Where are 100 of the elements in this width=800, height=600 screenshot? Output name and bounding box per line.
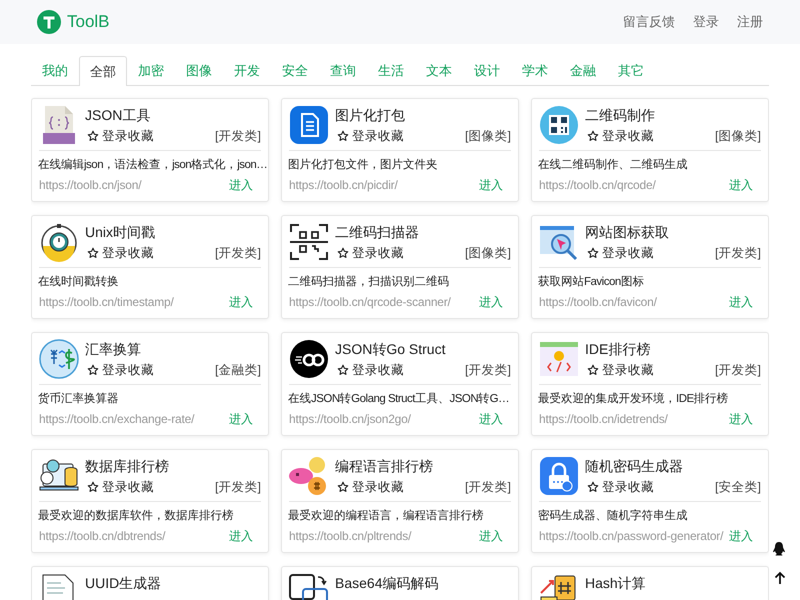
tool-card[interactable]: Base64编码解码: [281, 566, 519, 600]
tool-title: Base64编码解码: [335, 574, 440, 593]
tool-description: 获取网站Favicon图标: [538, 274, 644, 290]
tool-card[interactable]: 网站图标获取 登录收藏 [开发类] 获取网站Favicon图标 https://toolb.cn/favicon/ 进入: [531, 215, 769, 319]
tool-card[interactable]: Hash计算: [531, 566, 769, 600]
category-label: [图像类]: [465, 245, 511, 262]
favorite-link[interactable]: 登录收藏: [337, 477, 404, 497]
tool-card[interactable]: 汇率换算 登录收藏 [金融类] 货币汇率换算器 https://toolb.cn/exchange-rate/ 进入: [31, 332, 269, 436]
favorite-link[interactable]: 登录收藏: [87, 126, 154, 146]
tool-title: 图片化打包: [335, 106, 406, 125]
tool-card[interactable]: IDE排行榜 登录收藏 [开发类] 最受欢迎的集成开发环境，IDE排行榜 https://toolb.cn/idetrends/ 进入: [531, 332, 769, 436]
tool-description: 图片化打包文件，图片文件夹: [288, 158, 438, 173]
favorite-link[interactable]: 登录收藏: [87, 477, 154, 497]
category-label: [开发类]: [465, 479, 511, 496]
category-label: [图像类]: [715, 128, 761, 145]
tool-url: https://toolb.cn/picdir/: [289, 177, 398, 194]
tool-title: 编程语言排行榜: [335, 457, 434, 476]
document-icon: [289, 105, 329, 145]
tool-title: 网站图标获取: [585, 223, 670, 242]
star-icon[interactable]: [87, 364, 99, 376]
tool-title: 二维码制作: [585, 106, 656, 125]
favorite-link[interactable]: 登录收藏: [337, 126, 404, 146]
tool-title: JSON工具: [85, 106, 152, 125]
star-icon[interactable]: [337, 247, 349, 259]
star-icon[interactable]: [337, 364, 349, 376]
star-icon[interactable]: [587, 130, 599, 142]
tool-card[interactable]: 图片化打包 登录收藏 [图像类] 图片化打包文件，图片文件夹 https://toolb.cn/picdir/ 进入: [281, 98, 519, 202]
favorite-link[interactable]: 登录收藏: [337, 243, 404, 263]
tool-url: https://toolb.cn/json2go/: [289, 411, 411, 428]
header-link[interactable]: 登录: [693, 13, 719, 31]
category-label: [开发类]: [215, 245, 261, 262]
tool-title: 数据库排行榜: [85, 457, 170, 476]
header-link[interactable]: 留言反馈: [623, 13, 675, 31]
category-label: [开发类]: [715, 245, 761, 262]
star-icon[interactable]: [87, 247, 99, 259]
currency-exchange-icon: [39, 339, 79, 379]
favorite-link[interactable]: 登录收藏: [587, 243, 654, 263]
tool-card[interactable]: UUID生成器: [31, 566, 269, 600]
tool-title: 二维码扫描器: [335, 223, 420, 242]
tool-url: https://toolb.cn/pltrends/: [289, 528, 412, 545]
favorite-link[interactable]: 登录收藏: [87, 360, 154, 380]
tool-description: 最受欢迎的编程语言，编程语言排行榜: [288, 508, 484, 524]
category-label: [安全类]: [715, 479, 761, 496]
header-link[interactable]: 注册: [737, 13, 763, 31]
category-label: [开发类]: [215, 479, 261, 496]
category-label: [开发类]: [465, 362, 511, 379]
tool-card[interactable]: 数据库排行榜 登录收藏 [开发类] 最受欢迎的数据库软件，数据库排行榜 https://toolb.cn/dbtrends/ 进入: [31, 449, 269, 553]
padlock-icon: [539, 456, 579, 496]
language-badges-icon: [289, 456, 329, 496]
tool-url: https://toolb.cn/favicon/: [539, 294, 657, 311]
category-label: [开发类]: [215, 128, 261, 145]
favorite-link[interactable]: 登录收藏: [337, 360, 404, 380]
category-label: [金融类]: [215, 362, 261, 379]
star-icon[interactable]: [337, 130, 349, 142]
tool-description: 在线时间戳转换: [38, 274, 118, 290]
tool-card[interactable]: 二维码扫描器 登录收藏 [图像类] 二维码扫描器，扫描识别二维码 https://toolb.cn/qrcode-scanner/ 进入: [281, 215, 519, 319]
tool-card[interactable]: 二维码制作 登录收藏 [图像类] 在线二维码制作、二维码生成 https://toolb.cn/qrcode/ 进入: [531, 98, 769, 202]
tool-card[interactable]: JSON转Go Struct 登录收藏 [开发类] 在线JSON转Golang Struct工具、JSON转G… https://toolb.cn/json2go/ 进入: [281, 332, 519, 436]
star-icon[interactable]: [337, 481, 349, 493]
tool-description: 密码生成器、随机字符串生成: [538, 508, 688, 524]
tool-description: 最受欢迎的数据库软件，数据库排行榜: [38, 508, 234, 524]
tool-card[interactable]: JSON工具 登录收藏 [开发类] 在线编辑json，语法检查，json格式化，json… https://toolb.cn/json/ 进入: [31, 98, 269, 202]
back-to-top-icon[interactable]: [774, 571, 786, 585]
favorite-link[interactable]: 登录收藏: [587, 360, 654, 380]
tool-title: Hash计算: [585, 574, 647, 593]
tool-title: IDE排行榜: [585, 340, 652, 359]
star-icon[interactable]: [87, 130, 99, 142]
tool-card[interactable]: Unix时间戳 登录收藏 [开发类] 在线时间戳转换 https://toolb.cn/timestamp/ 进入: [31, 215, 269, 319]
tool-description: 二维码扫描器，扫描识别二维码: [288, 274, 449, 290]
tool-title: UUID生成器: [85, 574, 162, 593]
tool-description: 在线编辑json，语法检查，json格式化，json…: [38, 158, 268, 173]
tool-url: https://toolb.cn/dbtrends/: [39, 528, 166, 545]
tool-description: 货币汇率换算器: [38, 391, 118, 407]
penguin-icon[interactable]: [772, 541, 786, 557]
qr-code-icon: [539, 105, 579, 145]
favorite-link[interactable]: 登录收藏: [587, 126, 654, 146]
category-label: [图像类]: [465, 128, 511, 145]
tool-title: Unix时间戳: [85, 223, 156, 242]
star-icon[interactable]: [587, 364, 599, 376]
tool-description: 在线二维码制作、二维码生成: [538, 158, 688, 173]
favorite-link[interactable]: 登录收藏: [87, 243, 154, 263]
star-icon[interactable]: [587, 481, 599, 493]
tool-url: https://toolb.cn/qrcode/: [539, 177, 656, 194]
favorite-link[interactable]: 登录收藏: [587, 477, 654, 497]
tool-card[interactable]: 随机密码生成器 登录收藏 [安全类] 密码生成器、随机字符串生成 https://toolb.cn/password-generator/ 进入: [531, 449, 769, 553]
tool-url: https://toolb.cn/json/: [39, 177, 142, 194]
tool-url: https://toolb.cn/qrcode-scanner/: [289, 294, 451, 311]
logo-icon[interactable]: [37, 10, 61, 34]
category-label: [开发类]: [715, 362, 761, 379]
tool-description: 最受欢迎的集成开发环境，IDE排行榜: [538, 391, 728, 407]
tool-title: JSON转Go Struct: [335, 340, 446, 359]
tool-url: https://toolb.cn/exchange-rate/: [39, 411, 194, 428]
tool-url: https://toolb.cn/timestamp/: [39, 294, 174, 311]
tool-card[interactable]: 编程语言排行榜 登录收藏 [开发类] 最受欢迎的编程语言，编程语言排行榜 https://toolb.cn/pltrends/ 进入: [281, 449, 519, 553]
star-icon[interactable]: [87, 481, 99, 493]
category-tab[interactable]: 全部: [79, 56, 127, 86]
stopwatch-icon: [39, 222, 79, 262]
star-icon[interactable]: [587, 247, 599, 259]
tool-url: https://toolb.cn/password-generator/: [539, 528, 724, 545]
tool-title: 汇率换算: [85, 340, 142, 359]
